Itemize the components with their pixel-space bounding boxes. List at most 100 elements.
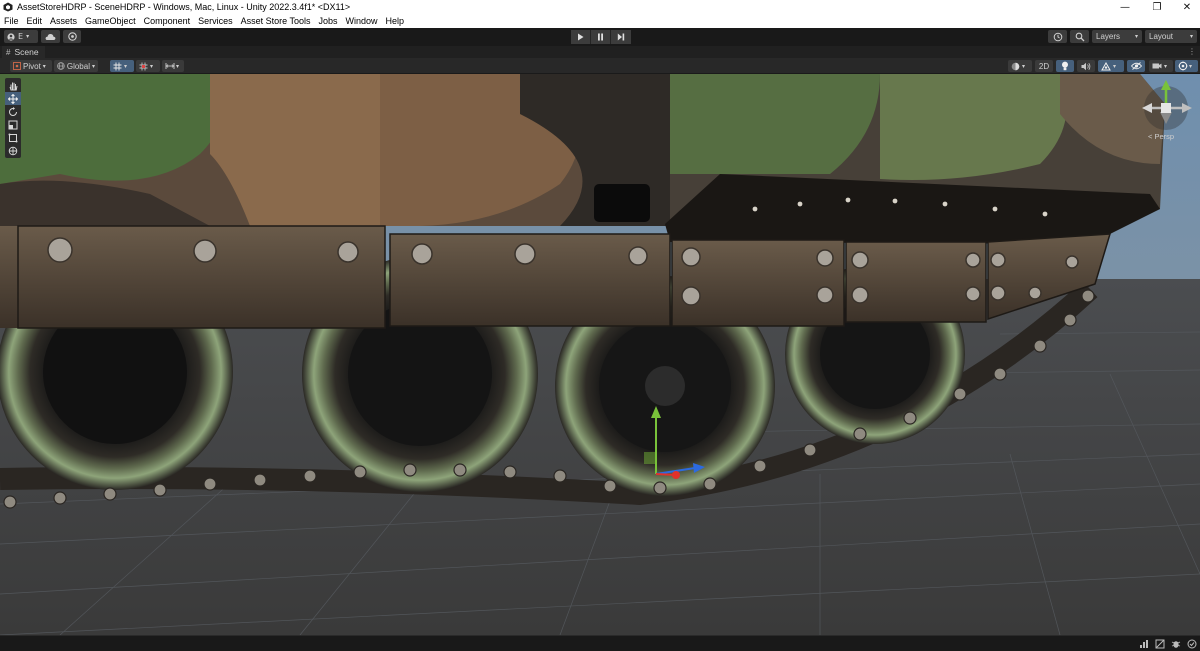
chevron-down-icon: ▾ [150,63,154,70]
camera-dropdown[interactable]: ▾ [1149,60,1173,72]
gizmos-dropdown[interactable]: ▾ [1175,60,1198,72]
kebab-menu-icon[interactable]: ⋮ [1188,47,1196,56]
snap-settings-toggle[interactable]: ▾ [162,60,184,72]
scene-toolbar: Pivot ▾ Global ▾ ▾ ▾ ▾ ▾ 2D ▾ ▾ ▾ [0,58,1200,74]
layout-label: Layout [1149,32,1174,41]
play-button[interactable] [571,30,591,44]
chevron-down-icon: ▾ [1189,63,1193,70]
main-toolbar: E ▾ Layers ▾ Layout ▾ [0,28,1200,46]
draw-mode-icon [1011,62,1020,70]
maximize-button[interactable]: ❐ [1140,0,1174,14]
scene-viewport[interactable]: < Persp [0,74,1200,635]
cloud-icon [45,33,56,40]
notification-icon[interactable] [1186,638,1198,650]
undo-history-icon [1053,32,1062,41]
draw-mode-dropdown[interactable]: ▾ [1008,60,1032,72]
chevron-down-icon: ▾ [1164,63,1168,70]
account-icon [7,32,15,41]
undo-history-button[interactable] [1048,30,1067,43]
search-icon [1075,32,1084,41]
tool-palette [5,78,21,158]
step-button[interactable] [611,30,631,44]
progress-icon[interactable] [1138,638,1150,650]
grid-snap-toggle[interactable]: ▾ [110,60,134,72]
debug-icon[interactable] [1170,638,1182,650]
menu-help[interactable]: Help [386,16,405,26]
step-icon [617,33,625,41]
chevron-down-icon: ▾ [1022,63,1026,70]
window-title: AssetStoreHDRP - SceneHDRP - Windows, Ma… [17,2,351,12]
menu-edit[interactable]: Edit [27,16,43,26]
playmode-controls [571,30,631,44]
scene-render [0,74,1200,635]
menubar: File Edit Assets GameObject Component Se… [0,14,1200,28]
chevron-down-icon: ▾ [1134,34,1138,40]
lighting-status-icon[interactable] [1154,638,1166,650]
lighting-toggle[interactable] [1056,60,1074,72]
menu-asset-store-tools[interactable]: Asset Store Tools [241,16,311,26]
move-tool-icon[interactable] [5,92,21,105]
chevron-down-icon: ▾ [176,63,180,70]
play-icon [578,33,584,41]
chevron-down-icon: ▾ [91,63,95,70]
menu-gameobject[interactable]: GameObject [85,16,136,26]
audio-toggle[interactable] [1077,60,1095,72]
tab-scene[interactable]: # Scene [2,46,45,58]
tab-strip: # Scene ⋮ [0,46,1200,58]
snap-settings-icon [165,63,175,69]
chevron-down-icon: ▾ [1189,34,1193,40]
collab-button[interactable] [63,30,81,43]
unity-logo-icon [3,2,13,12]
hidden-objects-toggle[interactable] [1127,60,1145,72]
rotate-tool-icon[interactable] [5,105,21,118]
audio-icon [1081,62,1091,70]
layers-label: Layers [1096,32,1121,41]
scene-tab-label: Scene [14,47,39,57]
effects-dropdown[interactable]: ▾ [1098,60,1124,72]
menu-jobs[interactable]: Jobs [319,16,338,26]
2d-toggle[interactable]: 2D [1035,60,1053,72]
scene-hash-icon: # [6,47,11,57]
pivot-label: Pivot [23,61,41,71]
grid-snap-icon [113,62,122,70]
gizmos-icon [1178,61,1188,71]
collab-icon [67,32,77,41]
menu-services[interactable]: Services [198,16,233,26]
menu-window[interactable]: Window [346,16,378,26]
layers-dropdown[interactable]: Layers ▾ [1092,30,1142,43]
search-button[interactable] [1070,30,1089,43]
chevron-down-icon: ▾ [1113,63,1117,70]
transform-tool-icon[interactable] [5,144,21,157]
pause-icon [598,33,603,41]
2d-label: 2D [1038,61,1050,71]
increment-snap-toggle[interactable]: ▾ [136,60,160,72]
hidden-objects-icon [1130,62,1142,70]
minimize-icon: — [1120,1,1130,13]
chevron-down-icon: ▾ [124,63,128,70]
pivot-icon [13,62,21,70]
menu-component[interactable]: Component [144,16,191,26]
cloud-button[interactable] [41,30,60,43]
menu-file[interactable]: File [4,16,19,26]
global-toggle[interactable]: Global ▾ [54,60,98,72]
rect-tool-icon[interactable] [5,131,21,144]
layout-dropdown[interactable]: Layout ▾ [1145,30,1197,43]
scale-tool-icon[interactable] [5,118,21,131]
effects-icon [1101,61,1111,70]
camera-icon [1152,63,1162,69]
chevron-down-icon: ▾ [42,63,46,70]
projection-label[interactable]: < Persp [1148,132,1174,141]
account-label: E [18,32,24,41]
pivot-toggle[interactable]: Pivot ▾ [10,60,52,72]
account-dropdown[interactable]: E ▾ [4,30,38,43]
close-icon: ✕ [1182,1,1192,13]
global-label: Global [66,61,90,71]
menu-assets[interactable]: Assets [50,16,77,26]
lighting-icon [1062,61,1068,71]
window-titlebar: AssetStoreHDRP - SceneHDRP - Windows, Ma… [0,0,1200,14]
pause-button[interactable] [591,30,611,44]
close-button[interactable]: ✕ [1170,0,1200,14]
hand-tool-icon[interactable] [5,79,21,92]
minimize-button[interactable]: — [1108,0,1142,14]
maximize-icon: ❐ [1152,1,1162,13]
